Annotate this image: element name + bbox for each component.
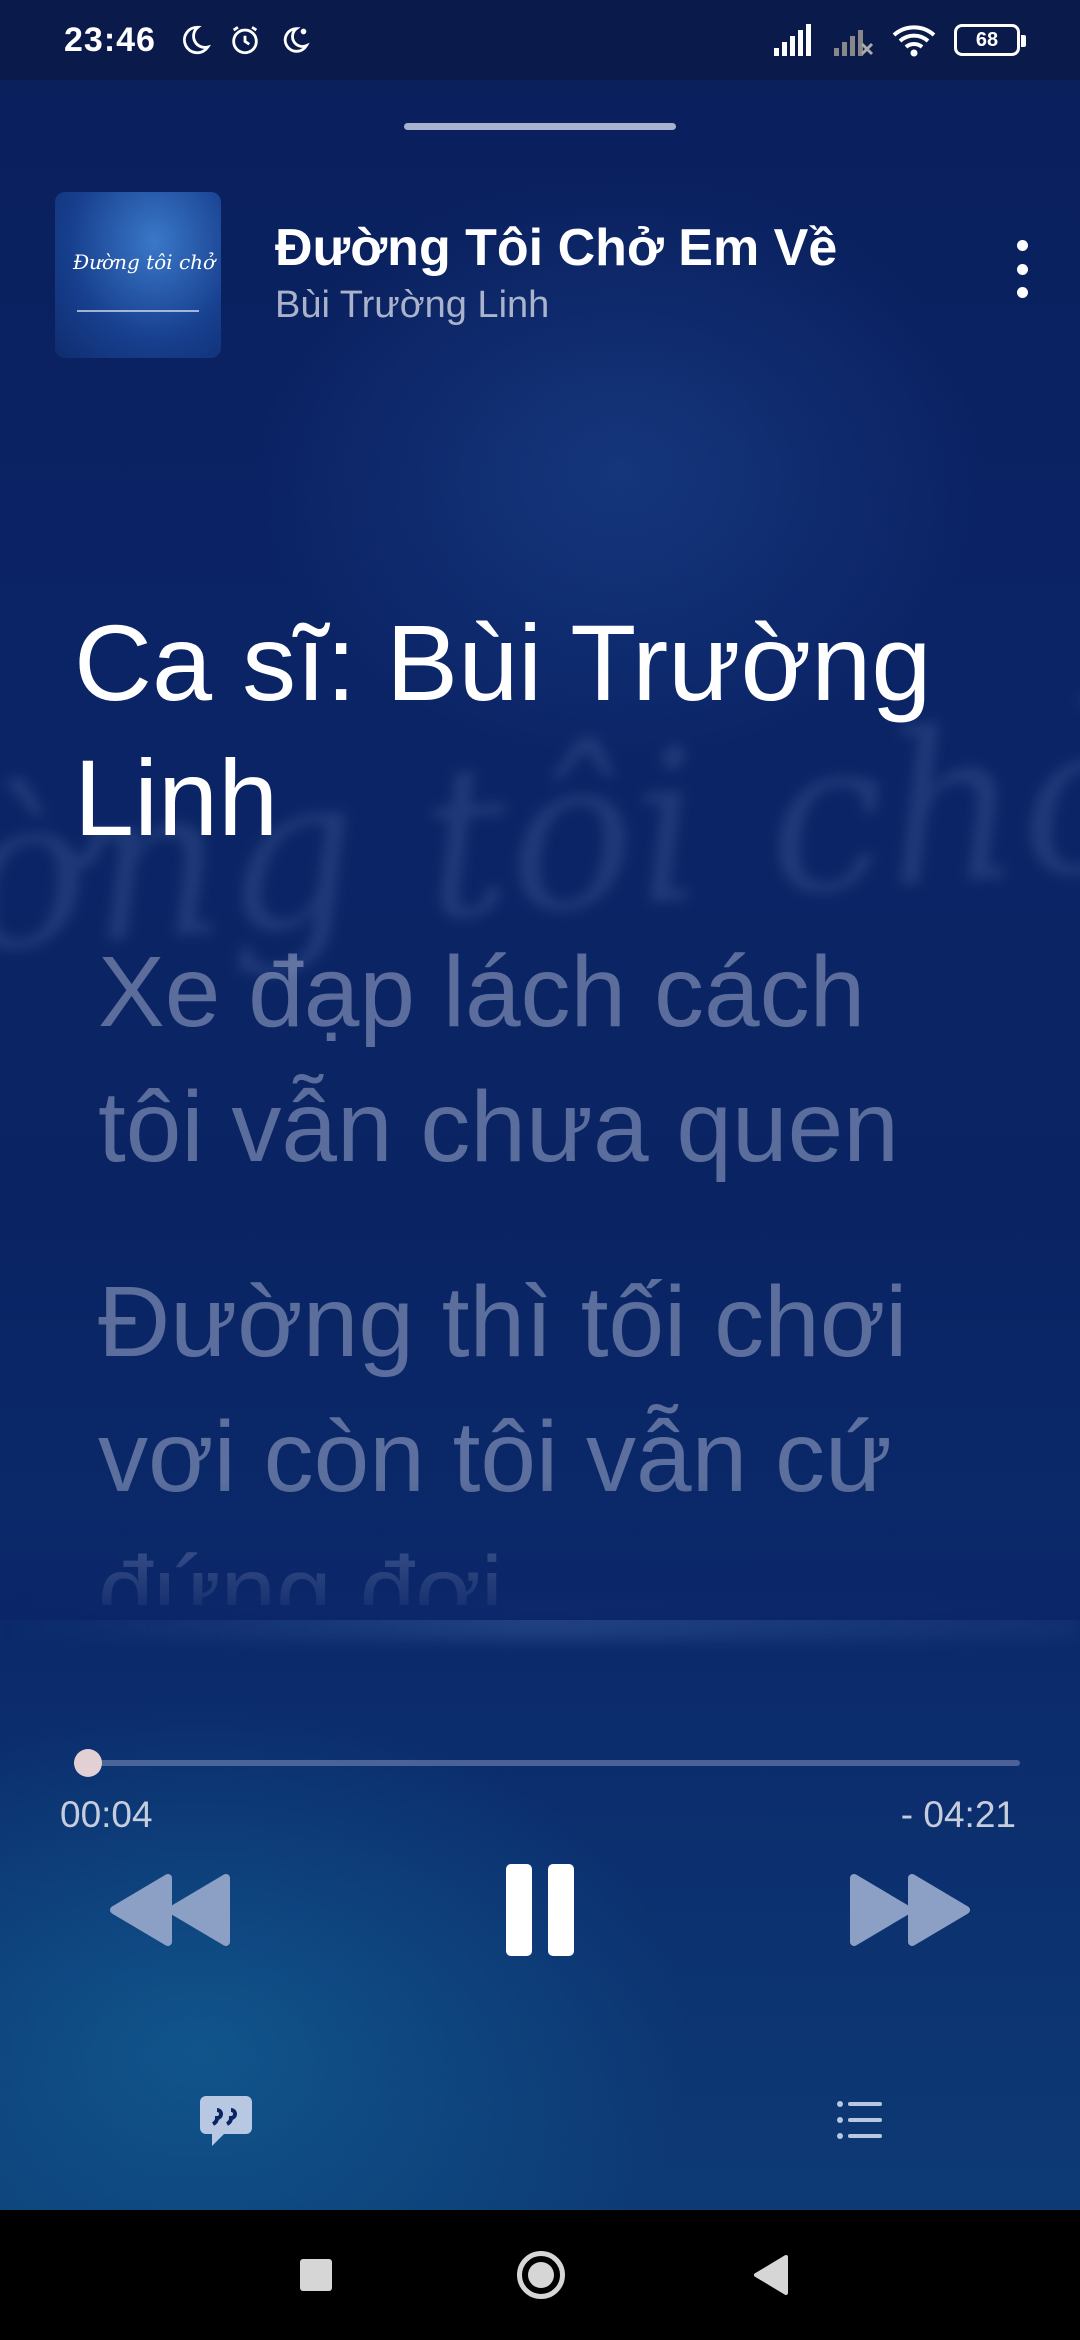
lyrics-panel[interactable]: Ca sĩ: Bùi Trường Linh Xe đạp lách cách … [74,595,994,1605]
now-playing-header: Đường tôi chở em về Đường Tôi Chở Em Về … [55,192,1035,358]
back-button[interactable] [750,2253,790,2297]
pause-icon [506,1864,574,1956]
recent-apps-button[interactable] [300,2259,332,2291]
playback-controls [0,1860,1080,1970]
album-art[interactable]: Đường tôi chở em về [55,192,221,358]
status-right-icons: 68 [772,23,1026,57]
album-art-divider [77,310,199,312]
signal-icon [774,24,811,56]
bottom-actions [0,2090,1080,2160]
drag-handle[interactable] [404,123,676,130]
moon-icon [182,25,211,55]
home-dot [528,2262,554,2288]
home-button[interactable] [517,2251,565,2299]
alarm-icon [232,26,258,55]
progress-slider[interactable] [74,1749,1020,1777]
time-remaining: - 04:21 [900,1794,1016,1835]
status-left-icons [178,23,312,57]
album-art-title: Đường tôi chở em về [73,250,221,274]
song-title: Đường Tôi Chở Em Về [275,219,838,277]
song-artist[interactable]: Bùi Trường Linh [275,284,549,327]
forward-button[interactable] [845,1860,975,1960]
quote-bubble-icon [200,2096,252,2146]
signal-no-service-icon [834,30,874,56]
battery-icon: 68 [954,24,1026,56]
lyric-line[interactable]: Xe đạp lách cách tôi vẫn chưa quen [98,925,994,1195]
lyric-line-active[interactable]: Ca sĩ: Bùi Trường Linh [74,595,994,865]
battery-level: 68 [975,28,999,51]
playlist-button[interactable] [830,2090,890,2150]
lyrics-fade [0,1480,1080,1620]
status-bar: 23:46 68 [0,0,1080,80]
rewind-button[interactable] [105,1860,235,1960]
progress-thumb[interactable] [74,1749,103,1777]
more-options-icon[interactable] [1002,234,1042,304]
fast-forward-icon [850,1874,970,1946]
pause-button[interactable] [500,1860,580,1960]
playlist-icon [837,2101,882,2139]
system-nav-bar [0,2210,1080,2340]
lyrics-toggle-button[interactable] [196,2090,256,2150]
rewind-icon [110,1874,230,1946]
time-elapsed: 00:04 [60,1794,153,1835]
moon-alarm-icon [283,27,310,53]
wifi-icon [892,25,936,57]
status-time: 23:46 [64,20,156,59]
